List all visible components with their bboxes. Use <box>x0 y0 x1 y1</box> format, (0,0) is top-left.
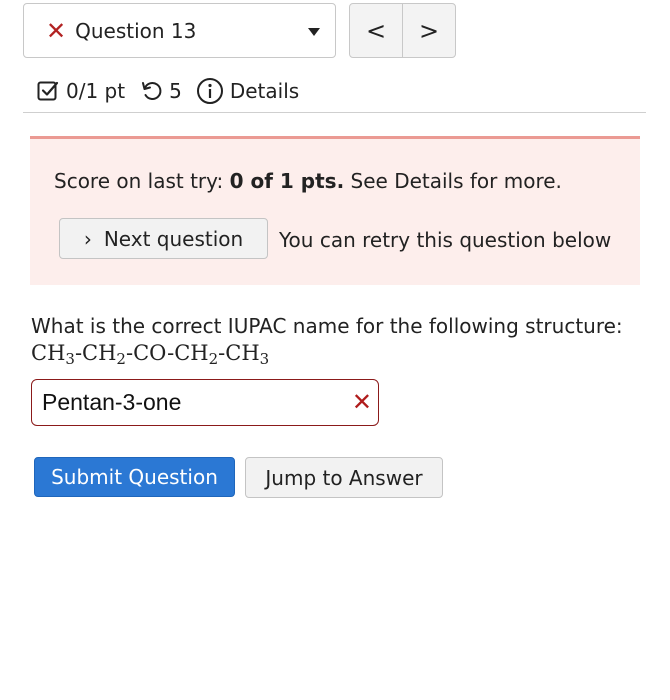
next-question-button[interactable]: › Next question <box>59 218 268 259</box>
retry-message: You can retry this question below <box>279 228 612 252</box>
question-selector[interactable]: ✕ Question 13 <box>23 3 336 58</box>
chevron-right-icon: › <box>83 226 92 251</box>
checkbox-icon <box>37 81 59 101</box>
question-selector-label: Question 13 <box>75 18 197 43</box>
divider <box>23 112 646 113</box>
details-link[interactable]: Details <box>196 77 299 105</box>
dropdown-caret-icon <box>308 28 320 36</box>
next-question-arrow-button[interactable]: > <box>402 4 455 57</box>
retries-count: 5 <box>169 79 182 103</box>
submit-question-button[interactable]: Submit Question <box>34 457 235 497</box>
feedback-panel: Score on last try: 0 of 1 pts. See Detai… <box>30 136 640 285</box>
formula-part: -CH <box>74 341 117 365</box>
formula-part: CH <box>31 341 66 365</box>
score-suffix: See Details for more. <box>344 169 562 193</box>
formula-subscript: 2 <box>116 350 126 368</box>
question-stats: 0/1 pt 5 Details <box>36 74 313 108</box>
answer-input[interactable] <box>32 380 342 424</box>
info-icon <box>196 78 223 104</box>
incorrect-x-icon: ✕ <box>46 16 67 45</box>
formula-subscript: 3 <box>65 350 75 368</box>
formula-part: -CO-CH <box>125 341 209 365</box>
question-prompt: What is the correct IUPAC name for the f… <box>31 314 623 338</box>
score-prefix: Score on last try: <box>54 169 230 193</box>
formula-subscript: 3 <box>259 350 270 368</box>
score-value: 0 of 1 pts. <box>229 169 345 193</box>
formula-part: -CH <box>218 341 260 365</box>
chevron-left-icon: < <box>365 16 387 45</box>
details-label: Details <box>229 79 300 103</box>
question-nav-group: < > <box>349 3 456 58</box>
retries-stat: 5 <box>139 79 182 103</box>
next-question-label: Next question <box>103 226 244 251</box>
chevron-right-icon: > <box>418 16 440 45</box>
jump-to-answer-button[interactable]: Jump to Answer <box>245 457 443 498</box>
score-stat: 0/1 pt <box>36 79 125 103</box>
answer-field-wrapper: ✕ <box>31 379 379 426</box>
previous-question-button[interactable]: < <box>350 4 402 57</box>
incorrect-mark-icon: ✕ <box>351 388 372 416</box>
last-try-score: Score on last try: 0 of 1 pts. See Detai… <box>54 169 562 193</box>
formula-subscript: 2 <box>208 350 219 368</box>
chemical-formula: CH3-CH2-CO-CH2-CH3 <box>31 341 269 368</box>
retry-icon <box>142 82 162 100</box>
score-text: 0/1 pt <box>66 79 126 103</box>
